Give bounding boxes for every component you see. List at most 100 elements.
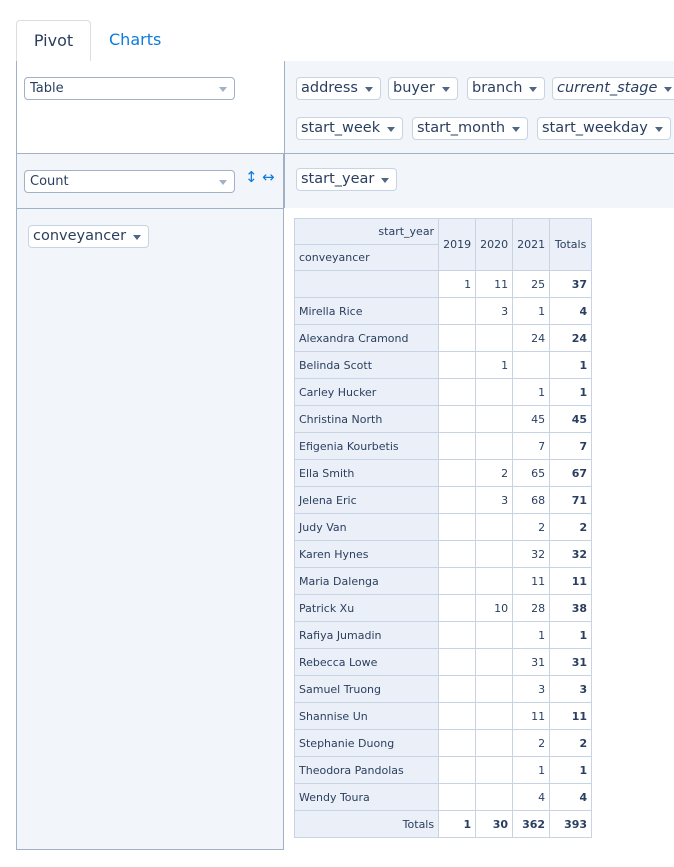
table-row: Jelena Eric 3 68 71 xyxy=(293,486,593,514)
table-row: Stephanie Duong 2 2 xyxy=(293,729,593,757)
attr-pill-start-week[interactable]: start_week xyxy=(296,117,404,140)
value-cell xyxy=(438,513,477,541)
attr-pill-conveyancer[interactable]: conveyancer xyxy=(28,225,150,248)
value-cell: 11 xyxy=(512,567,551,595)
row-total: 31 xyxy=(549,648,593,676)
attr-pill-address[interactable]: address xyxy=(296,77,381,100)
value-cell: 24 xyxy=(512,324,551,352)
value-cell: 2 xyxy=(512,729,551,757)
value-cell: 1 xyxy=(512,297,551,325)
horizontal-arrows-icon[interactable]: ↔ xyxy=(262,168,275,186)
table-row: Theodora Pandolas 1 1 xyxy=(293,756,593,784)
table-row: Maria Dalenga 11 11 xyxy=(293,567,593,595)
row-label: Ella Smith xyxy=(293,459,440,487)
row-label: Theodora Pandolas xyxy=(293,756,440,784)
chevron-down-icon[interactable] xyxy=(512,127,521,132)
chevron-down-icon xyxy=(219,180,227,185)
totals-row-label: Totals xyxy=(293,810,440,838)
value-cell xyxy=(475,729,514,757)
attr-pill-current-stage[interactable]: current_stage xyxy=(552,77,674,100)
value-cell xyxy=(438,540,477,568)
value-cell: 3 xyxy=(475,297,514,325)
vertical-arrows-icon[interactable]: ↕ xyxy=(245,168,258,186)
value-cell xyxy=(438,783,477,811)
chevron-down-icon[interactable] xyxy=(133,235,142,240)
value-cell xyxy=(438,486,477,514)
row-total: 37 xyxy=(549,270,593,298)
tab-pivot[interactable]: Pivot xyxy=(16,20,91,62)
value-cell: 2 xyxy=(475,459,514,487)
value-cell: 3 xyxy=(475,486,514,514)
attr-pill-start-weekday[interactable]: start_weekday xyxy=(537,117,671,140)
attr-pill-buyer[interactable]: buyer xyxy=(388,77,458,100)
table-row: Efigenia Kourbetis 7 7 xyxy=(293,432,593,460)
row-label: Samuel Truong xyxy=(293,675,440,703)
row-total: 2 xyxy=(549,513,593,541)
col-header: 2020 xyxy=(475,218,514,271)
chevron-down-icon[interactable] xyxy=(381,178,390,183)
row-label: Rafiya Jumadin xyxy=(293,621,440,649)
chevron-down-icon[interactable] xyxy=(387,127,396,132)
row-label: Efigenia Kourbetis xyxy=(293,432,440,460)
tab-charts[interactable]: Charts xyxy=(93,20,177,62)
attr-pill-branch[interactable]: branch xyxy=(467,77,546,100)
table-row: Karen Hynes 32 32 xyxy=(293,540,593,568)
value-cell: 11 xyxy=(512,702,551,730)
value-cell: 32 xyxy=(512,540,551,568)
value-cell xyxy=(475,324,514,352)
value-cell xyxy=(438,621,477,649)
aggregator-select[interactable]: Count xyxy=(24,170,235,193)
value-cell xyxy=(438,297,477,325)
row-label: Shannise Un xyxy=(293,702,440,730)
value-cell: 10 xyxy=(475,594,514,622)
attr-pill-start-year[interactable]: start_year xyxy=(296,168,398,191)
table-row: Alexandra Cramond 24 24 xyxy=(293,324,593,352)
chevron-down-icon[interactable] xyxy=(664,87,673,92)
table-row: Judy Van 2 2 xyxy=(293,513,593,541)
value-cell: 25 xyxy=(512,270,551,298)
attr-pill-start-month[interactable]: start_month xyxy=(412,117,529,140)
renderer-select[interactable]: Table xyxy=(24,77,235,100)
value-cell xyxy=(438,675,477,703)
totals-row: Totals 1 30 362 393 xyxy=(293,810,593,838)
row-total: 11 xyxy=(549,702,593,730)
row-total: 4 xyxy=(549,783,593,811)
table-row: Mirella Rice 3 1 4 xyxy=(293,297,593,325)
chevron-down-icon[interactable] xyxy=(529,87,538,92)
row-total: 1 xyxy=(549,351,593,379)
chevron-down-icon[interactable] xyxy=(654,127,663,132)
value-cell xyxy=(475,675,514,703)
value-cell: 1 xyxy=(512,621,551,649)
col-total: 362 xyxy=(512,810,551,838)
table-row: Carley Hucker 1 1 xyxy=(293,378,593,406)
value-cell xyxy=(438,594,477,622)
col-total: 1 xyxy=(438,810,477,838)
row-total: 67 xyxy=(549,459,593,487)
value-cell xyxy=(475,783,514,811)
row-total: 7 xyxy=(549,432,593,460)
row-total: 38 xyxy=(549,594,593,622)
col-axis-label: start_year xyxy=(373,218,440,245)
value-cell xyxy=(438,405,477,433)
row-total: 45 xyxy=(549,405,593,433)
row-label: Mirella Rice xyxy=(293,297,440,325)
row-total: 1 xyxy=(549,378,593,406)
chevron-down-icon[interactable] xyxy=(441,87,450,92)
table-row: Wendy Toura 4 4 xyxy=(293,783,593,811)
value-cell: 45 xyxy=(512,405,551,433)
value-cell xyxy=(438,432,477,460)
row-label: Maria Dalenga xyxy=(293,567,440,595)
row-label: Wendy Toura xyxy=(293,783,440,811)
table-row: Christina North 45 45 xyxy=(293,405,593,433)
value-cell: 1 xyxy=(512,378,551,406)
totals-header: Totals xyxy=(549,218,593,271)
row-label: Rebecca Lowe xyxy=(293,648,440,676)
value-cell: 28 xyxy=(512,594,551,622)
value-cell xyxy=(438,567,477,595)
value-cell: 7 xyxy=(512,432,551,460)
value-cell xyxy=(475,513,514,541)
chevron-down-icon[interactable] xyxy=(364,87,373,92)
value-cell xyxy=(475,621,514,649)
value-cell xyxy=(438,378,477,406)
row-total: 4 xyxy=(549,297,593,325)
